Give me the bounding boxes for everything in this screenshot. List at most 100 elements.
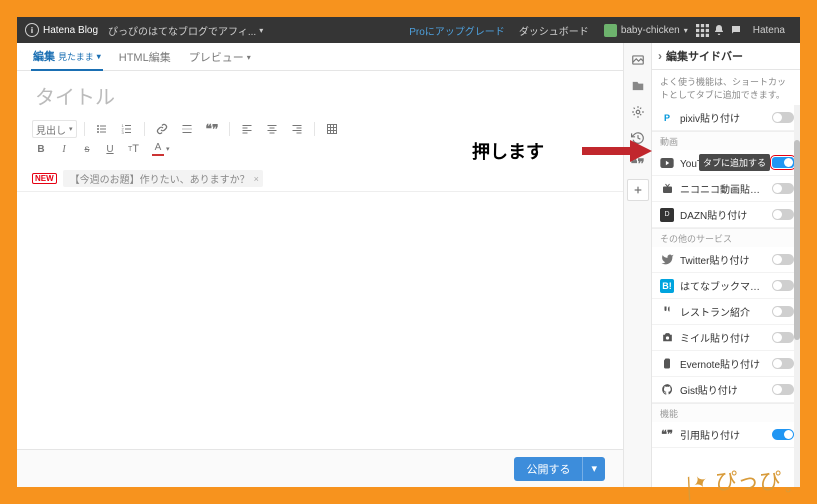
scrollbar-thumb[interactable] xyxy=(794,140,800,340)
caret-down-icon: ▾ xyxy=(247,53,251,62)
table-icon[interactable] xyxy=(322,120,342,138)
toggle[interactable] xyxy=(772,306,794,317)
youtube-icon xyxy=(660,156,674,170)
logo[interactable]: i Hatena Blog xyxy=(25,23,98,37)
sidebar-item-gist[interactable]: Gist貼り付け xyxy=(652,377,800,403)
toggle[interactable] xyxy=(772,332,794,343)
options-tab-icon[interactable] xyxy=(627,101,649,123)
svg-text:3: 3 xyxy=(121,130,124,135)
category-tab-icon[interactable] xyxy=(627,75,649,97)
font-color-icon[interactable]: A ▾ xyxy=(148,140,174,158)
dashboard-link[interactable]: ダッシュボード xyxy=(519,23,589,38)
logo-text: Hatena Blog xyxy=(43,25,98,36)
logo-icon: i xyxy=(25,23,39,37)
user-menu[interactable]: baby-chicken ▾ xyxy=(599,24,693,37)
sidebar-hint: よく使う機能は、ショートカットとしてタブに追加できます。 xyxy=(652,70,800,105)
sidebar-title: 編集サイドバー xyxy=(666,48,743,64)
sidebar-item-pixiv[interactable]: P pixiv貼り付け xyxy=(652,105,800,131)
toggle[interactable] xyxy=(772,358,794,369)
bold-icon[interactable]: B xyxy=(32,140,50,158)
caret-down-icon: ▾ xyxy=(259,26,263,35)
sidebar-item-quote[interactable]: ❝❞ 引用貼り付け xyxy=(652,422,800,448)
chat-icon[interactable] xyxy=(730,24,747,36)
sidebar-header: › 編集サイドバー xyxy=(652,43,800,70)
global-header: i Hatena Blog ぴっぴのはてなブログでアフィ... ▾ Proにアッ… xyxy=(17,17,800,43)
twitter-icon xyxy=(660,253,674,267)
toggle[interactable] xyxy=(772,183,794,194)
read-more-icon[interactable] xyxy=(177,120,197,138)
evernote-icon xyxy=(660,357,674,371)
editor-footer: 公開する ▾ xyxy=(17,449,623,487)
italic-icon[interactable]: I xyxy=(55,140,73,158)
vertical-tab-strip: ❝❞ xyxy=(623,43,651,487)
heading-select[interactable]: 見出し ▾ xyxy=(32,120,77,138)
hatebu-icon: B! xyxy=(660,279,674,293)
sidebar-item-evernote[interactable]: Evernote貼り付け xyxy=(652,351,800,377)
tab-preview[interactable]: プレビュー ▾ xyxy=(187,45,253,70)
strike-icon[interactable]: s xyxy=(78,140,96,158)
toggle[interactable] xyxy=(772,429,794,440)
caret-down-icon: ▾ xyxy=(684,26,688,35)
apps-icon[interactable] xyxy=(696,24,713,37)
title-input[interactable]: タイトル xyxy=(17,71,623,118)
sidebar-item-niconico[interactable]: ニコニコ動画貼り付け xyxy=(652,176,800,202)
align-left-icon[interactable] xyxy=(237,120,257,138)
edit-sidebar-panel: › 編集サイドバー よく使う機能は、ショートカットとしてタブに追加できます。 P… xyxy=(651,43,800,487)
theme-tag-chip[interactable]: 【今週のお題】作りたい、ありますか？ × xyxy=(63,170,263,187)
theme-tag-label: 【今週のお題】作りたい、ありますか？ xyxy=(70,171,250,186)
tab-write[interactable]: 編集 見たまま ▾ xyxy=(31,44,103,71)
toolbar-row-1: 見出し ▾ 123 xyxy=(17,118,623,140)
sidebar-scroll: P pixiv貼り付け 動画 YouTube貼り付け タブに追加する xyxy=(652,105,800,487)
list-ol-icon[interactable]: 123 xyxy=(117,120,137,138)
sidebar-item-mile[interactable]: ミイル貼り付け xyxy=(652,325,800,351)
chevron-right-icon[interactable]: › xyxy=(658,49,662,63)
blog-switcher[interactable]: ぴっぴのはてなブログでアフィ... ▾ xyxy=(108,23,263,38)
utensils-icon xyxy=(660,305,674,319)
align-center-icon[interactable] xyxy=(262,120,282,138)
caret-down-icon[interactable]: ▾ xyxy=(582,457,605,481)
pixiv-icon: P xyxy=(660,111,674,125)
sidebar-item-restaurant[interactable]: レストラン紹介 xyxy=(652,299,800,325)
toggle[interactable] xyxy=(772,280,794,291)
caret-down-icon: ▾ xyxy=(166,145,170,153)
section-function: 機能 xyxy=(652,403,800,422)
sidebar-item-hatebu[interactable]: B! はてなブックマーク貼り付け xyxy=(652,273,800,299)
quote-icon[interactable]: ❝❞ xyxy=(202,120,223,138)
tv-icon xyxy=(660,182,674,196)
add-tab-icon[interactable] xyxy=(627,179,649,201)
font-size-icon[interactable]: TT xyxy=(124,140,143,158)
notification-bell-icon[interactable] xyxy=(713,24,730,36)
tag-row: NEW 【今週のお題】作りたい、ありますか？ × xyxy=(17,164,623,192)
underline-icon[interactable]: U xyxy=(101,140,119,158)
dazn-icon: D xyxy=(660,208,674,222)
toggle[interactable] xyxy=(772,112,794,123)
photo-tab-icon[interactable] xyxy=(627,49,649,71)
sidebar-item-dazn[interactable]: D DAZN貼り付け xyxy=(652,202,800,228)
app-window: i Hatena Blog ぴっぴのはてなブログでアフィ... ▾ Proにアッ… xyxy=(17,17,800,487)
sidebar-item-youtube[interactable]: YouTube貼り付け タブに追加する xyxy=(652,150,800,176)
editor-column: 編集 見たまま ▾ HTML編集 プレビュー ▾ タイトル 見出し ▾ xyxy=(17,43,623,487)
editor-body[interactable] xyxy=(17,192,623,449)
brand-link[interactable]: Hatena xyxy=(753,25,785,36)
tab-html[interactable]: HTML編集 xyxy=(117,45,173,70)
section-video: 動画 xyxy=(652,131,800,150)
history-tab-icon[interactable] xyxy=(627,127,649,149)
scrollbar[interactable] xyxy=(794,105,800,487)
toggle[interactable] xyxy=(772,157,794,168)
toggle[interactable] xyxy=(772,254,794,265)
link-icon[interactable] xyxy=(152,120,172,138)
github-icon xyxy=(660,383,674,397)
camera-icon xyxy=(660,331,674,345)
quote-tab-icon[interactable]: ❝❞ xyxy=(627,153,649,175)
align-right-icon[interactable] xyxy=(287,120,307,138)
sidebar-item-twitter[interactable]: Twitter貼り付け xyxy=(652,247,800,273)
toggle[interactable] xyxy=(772,384,794,395)
list-ul-icon[interactable] xyxy=(92,120,112,138)
pro-upgrade-link[interactable]: Proにアップグレード xyxy=(409,23,505,38)
publish-button[interactable]: 公開する ▾ xyxy=(514,457,605,481)
caret-down-icon: ▾ xyxy=(97,52,101,61)
caret-down-icon: ▾ xyxy=(69,125,73,133)
toolbar-row-2: B I s U TT A ▾ xyxy=(17,140,623,164)
close-icon[interactable]: × xyxy=(254,174,259,184)
toggle[interactable] xyxy=(772,209,794,220)
